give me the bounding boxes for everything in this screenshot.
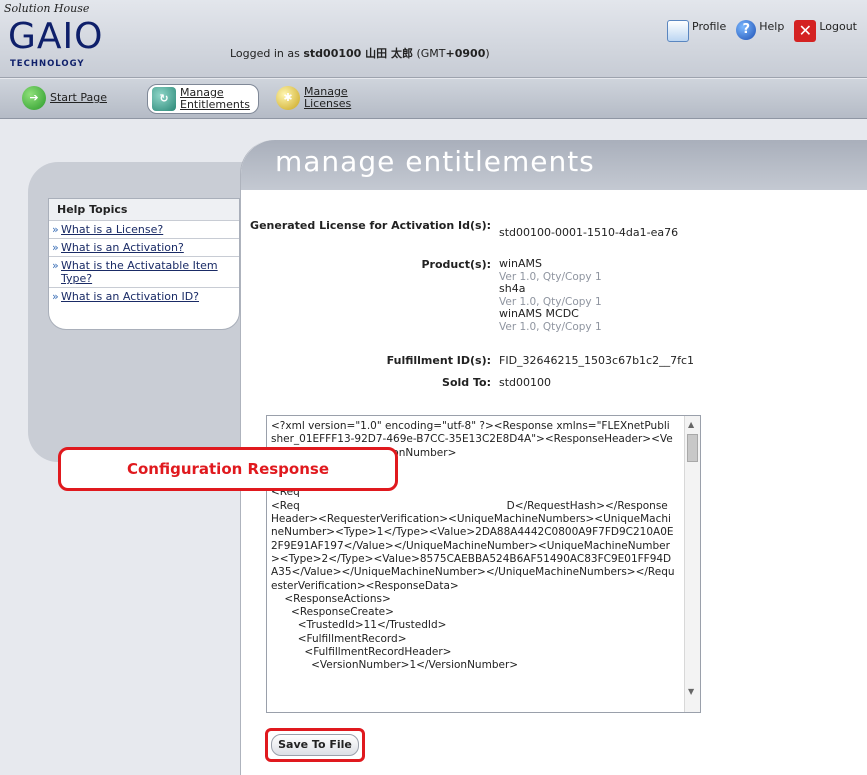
help-topic-item[interactable]: What is an Activation? <box>49 238 239 256</box>
entitlements-icon: ↻ <box>152 87 176 111</box>
license-value: std00100-0001-1510-4da1-ea76 <box>499 226 679 239</box>
nav-start-page[interactable]: ➔ Start Page <box>22 86 107 110</box>
login-status: Logged in as std00100 山田 太郎 (GMT+0900) <box>230 47 490 60</box>
page-banner: manage entitlements <box>241 140 867 190</box>
help-topics-list: What is a License? What is an Activation… <box>49 220 239 305</box>
profile-link[interactable]: Profile <box>667 20 726 42</box>
logo-script: Solution House <box>4 2 90 15</box>
license-field: Generated License for Activation Id(s): … <box>241 219 867 247</box>
save-button-highlight: Save To File <box>265 728 365 762</box>
products-label: Product(s): <box>421 258 491 271</box>
products-field: Product(s): winAMS Ver 1.0, Qty/Copy 1 s… <box>241 257 867 348</box>
main-nav: ➔ Start Page ↻ Manage Entitlements ✱ Mana… <box>0 79 867 119</box>
help-topics-title: Help Topics <box>49 199 239 220</box>
fulfillment-field: Fulfillment ID(s): FID_32646215_1503c67b… <box>241 354 867 368</box>
nav-manage-licenses[interactable]: ✱ Manage Licenses <box>276 86 351 110</box>
sold-to-label: Sold To: <box>442 376 491 389</box>
help-topic-item[interactable]: What is an Activation ID? <box>49 287 239 305</box>
sold-to-value: std00100 <box>499 376 552 389</box>
product-detail: Ver 1.0, Qty/Copy 1 <box>499 320 602 333</box>
save-to-file-button[interactable]: Save To File <box>271 734 359 756</box>
licenses-icon: ✱ <box>276 86 300 110</box>
product-name: sh4a <box>499 282 526 295</box>
sold-to-field: Sold To: std00100 <box>241 376 867 390</box>
header-bar: Solution House GAIO TECHNOLOGY Logged in… <box>0 0 867 78</box>
scroll-down-icon[interactable]: ▼ <box>688 687 694 696</box>
logo-name: GAIO <box>8 16 104 57</box>
configuration-response-callout: Configuration Response <box>58 447 398 491</box>
product-name: winAMS <box>499 257 543 270</box>
logo-subtitle: TECHNOLOGY <box>10 59 85 69</box>
license-label: Generated License for Activation Id(s): <box>250 219 491 232</box>
main-area: Help Topics What is a License? What is a… <box>0 120 867 775</box>
help-link[interactable]: ? Help <box>736 20 784 40</box>
fulfillment-label: Fulfillment ID(s): <box>386 354 491 367</box>
page-title: manage entitlements <box>275 145 595 178</box>
profile-icon <box>667 20 690 42</box>
help-icon: ? <box>736 20 757 40</box>
scroll-up-icon[interactable]: ▲ <box>688 420 694 429</box>
help-topics-panel: Help Topics What is a License? What is a… <box>48 198 240 330</box>
login-user: std00100 山田 太郎 <box>303 47 413 60</box>
arrow-right-icon: ➔ <box>22 86 46 110</box>
top-links: Profile ? Help ✕ Logout <box>667 20 857 42</box>
nav-manage-entitlements[interactable]: ↻ Manage Entitlements <box>147 84 259 114</box>
scroll-thumb[interactable] <box>687 434 698 462</box>
product-name: winAMS MCDC <box>499 307 579 320</box>
help-topic-item[interactable]: What is a License? <box>49 220 239 238</box>
textarea-scrollbar[interactable]: ▲ ▼ <box>684 416 700 712</box>
logout-link[interactable]: ✕ Logout <box>794 20 857 42</box>
gaio-logo: Solution House GAIO TECHNOLOGY <box>4 2 102 74</box>
fulfillment-value: FID_32646215_1503c67b1c2__7fc1 <box>499 354 695 367</box>
help-topic-item[interactable]: What is the Activatable Item Type? <box>49 256 239 287</box>
products-list: winAMS Ver 1.0, Qty/Copy 1 sh4a Ver 1.0,… <box>499 257 602 333</box>
logout-icon: ✕ <box>794 20 817 42</box>
